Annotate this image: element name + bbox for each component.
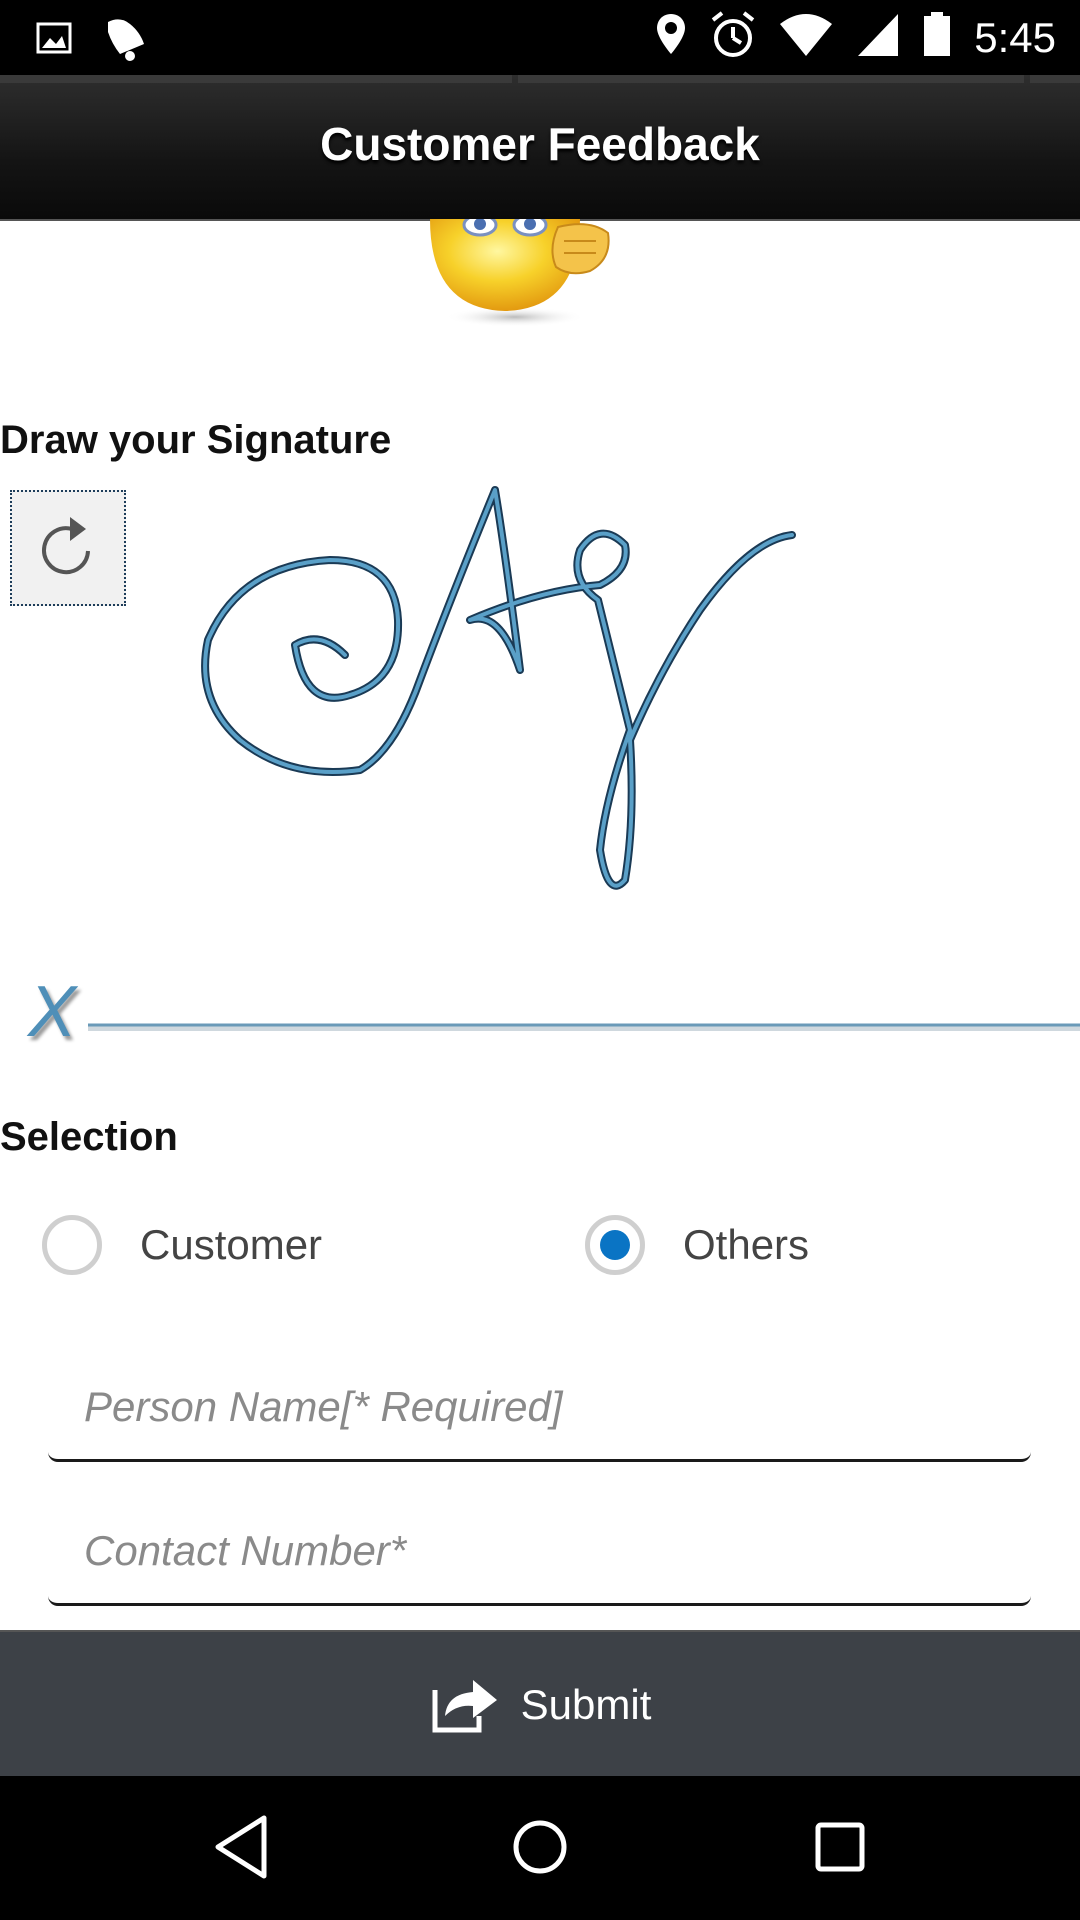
contact-number-field: [48, 1496, 1031, 1606]
radio-label-others: Others: [683, 1221, 810, 1268]
wifi-icon: [778, 10, 834, 65]
thumbs-up-emoji-icon: [420, 213, 620, 334]
header-tab-divider: [518, 75, 1024, 83]
share-icon: [429, 1672, 501, 1739]
notification-bell-icon: [100, 14, 150, 67]
signature-pad[interactable]: [0, 470, 1080, 925]
clock: 5:45: [974, 13, 1056, 61]
person-name-input[interactable]: [48, 1372, 1031, 1442]
header-tab-divider: [0, 75, 512, 83]
cell-signal-icon: [856, 10, 900, 65]
selection-heading: Selection: [0, 1115, 178, 1159]
home-icon[interactable]: [510, 1812, 570, 1887]
person-name-field: [48, 1352, 1031, 1462]
recents-icon[interactable]: [810, 1812, 870, 1887]
radio-button-customer[interactable]: [42, 1215, 102, 1275]
system-nav-bar: [0, 1776, 1080, 1920]
radio-option-others[interactable]: Others: [585, 1215, 809, 1275]
app-header: Customer Feedback: [0, 75, 1080, 221]
submit-button[interactable]: Submit: [0, 1630, 1080, 1778]
clear-signature-button[interactable]: [10, 490, 126, 606]
contact-number-input[interactable]: [48, 1516, 1031, 1586]
status-bar: 5:45: [0, 0, 1080, 75]
header-tab-divider: [1030, 75, 1080, 83]
refresh-icon: [36, 511, 100, 586]
radio-option-customer[interactable]: Customer: [42, 1215, 322, 1275]
signature-line: X: [0, 972, 1080, 1052]
alarm-clock-icon: [710, 10, 756, 65]
radio-button-others[interactable]: [585, 1215, 645, 1275]
back-icon[interactable]: [212, 1812, 272, 1887]
radio-label-customer: Customer: [140, 1221, 323, 1268]
submit-label: Submit: [520, 1681, 652, 1728]
image-icon: [36, 14, 72, 67]
signature-x-mark: X: [28, 972, 77, 1052]
page-title: Customer Feedback: [320, 118, 760, 170]
location-pin-icon: [654, 10, 688, 65]
radio-selected-dot: [600, 1230, 630, 1260]
battery-icon: [922, 10, 952, 65]
signature-heading: Draw your Signature: [0, 418, 392, 462]
